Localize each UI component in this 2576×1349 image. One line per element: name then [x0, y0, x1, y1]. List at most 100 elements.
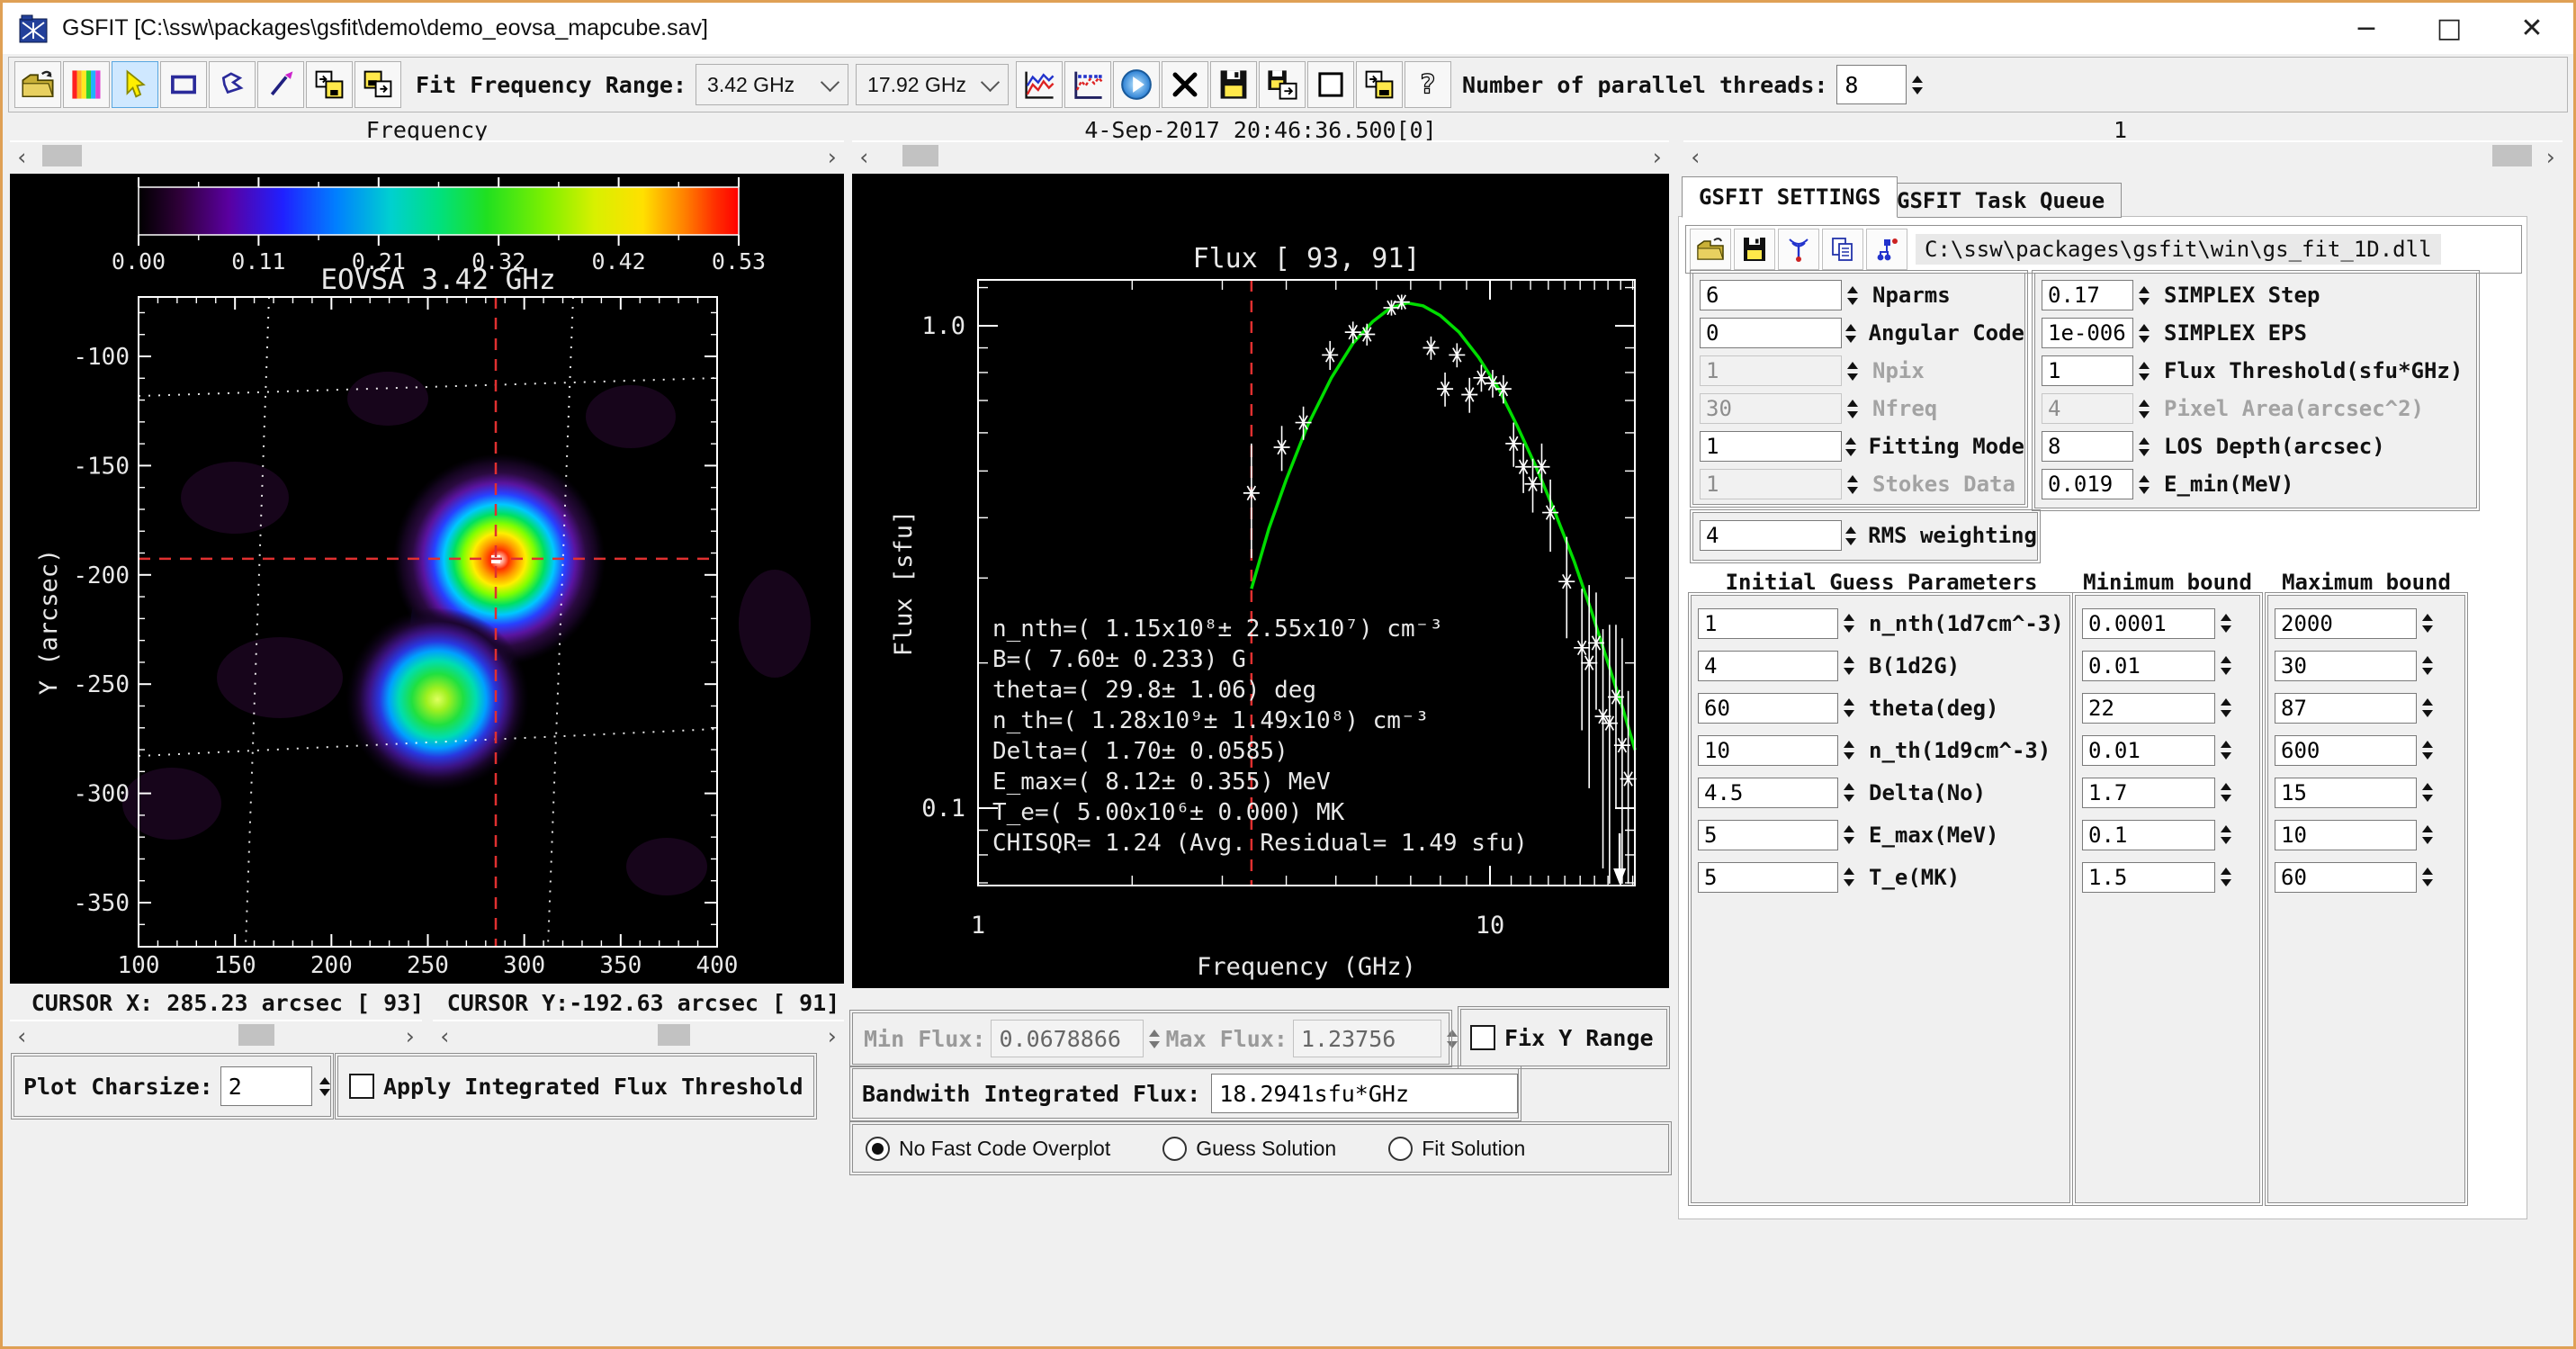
guess-input[interactable] [1698, 608, 1838, 639]
setting-input[interactable] [2042, 393, 2133, 424]
max-flux-spinner[interactable] [1447, 1030, 1458, 1048]
copy-all-maps-button[interactable] [355, 61, 401, 108]
min-bound-spinner[interactable] [2215, 825, 2237, 844]
scroll-right-icon[interactable]: › [825, 144, 839, 170]
run-fit-button[interactable] [1113, 61, 1160, 108]
setting-input[interactable] [2042, 355, 2133, 386]
guess-spinner[interactable] [1838, 783, 1860, 802]
setting-spinner[interactable] [2133, 324, 2155, 343]
setting-spinner[interactable] [1842, 324, 1860, 343]
charsize-input[interactable] [220, 1066, 312, 1106]
dll-path-field[interactable]: C:\ssw\packages\gsfit\win\gs_fit_1D.dll [1916, 234, 2441, 265]
guess-input[interactable] [1698, 778, 1838, 808]
guess-input[interactable] [1698, 693, 1838, 724]
maximize-button[interactable]: □ [2408, 3, 2491, 54]
max-bound-spinner[interactable] [2417, 698, 2438, 717]
scroll-thumb[interactable] [238, 1024, 274, 1046]
scroll-left-icon[interactable]: ‹ [1689, 144, 1702, 170]
blank-frame-button[interactable] [1307, 61, 1354, 108]
max-bound-spinner[interactable] [2417, 656, 2438, 675]
export-results-button[interactable] [1356, 61, 1403, 108]
setting-input[interactable] [1700, 318, 1842, 348]
plot-fit-button[interactable] [1064, 61, 1111, 108]
fix-y-range-checkbox[interactable] [1470, 1025, 1495, 1050]
time-scrollbar[interactable]: ‹ › [852, 140, 1669, 169]
scroll-right-icon[interactable]: › [1650, 144, 1664, 170]
save-settings-button[interactable] [1734, 229, 1775, 270]
scroll-right-icon[interactable]: › [2544, 144, 2557, 170]
setting-spinner[interactable] [1842, 400, 1863, 418]
scroll-left-icon[interactable]: ‹ [438, 1023, 452, 1049]
setting-spinner[interactable] [2133, 437, 2155, 456]
radio-no-fast-code[interactable]: No Fast Code Overplot [866, 1125, 1110, 1172]
max-bound-spinner[interactable] [2417, 783, 2438, 802]
scroll-thumb[interactable] [658, 1024, 690, 1046]
min-flux-input[interactable] [991, 1020, 1144, 1057]
load-settings-button[interactable] [1690, 229, 1731, 270]
setting-input[interactable] [1700, 355, 1842, 386]
copy-maps-button[interactable] [306, 61, 353, 108]
minimize-button[interactable]: − [2325, 3, 2408, 54]
min-bound-spinner[interactable] [2215, 656, 2237, 675]
scroll-thumb[interactable] [42, 145, 82, 166]
scroll-left-icon[interactable]: ‹ [15, 1023, 29, 1049]
radio-icon[interactable] [866, 1137, 890, 1161]
setting-input[interactable] [2042, 318, 2133, 348]
save-all-results-button[interactable] [1259, 61, 1306, 108]
min-bound-input[interactable] [2082, 651, 2215, 681]
setting-spinner[interactable] [2133, 286, 2155, 305]
setting-spinner[interactable] [1842, 526, 1859, 545]
setting-spinner[interactable] [1842, 475, 1863, 494]
max-bound-spinner[interactable] [2417, 614, 2438, 633]
tab-gsfit-settings[interactable]: GSFIT SETTINGS [1682, 176, 1898, 218]
setting-input[interactable] [1700, 393, 1842, 424]
min-bound-input[interactable] [2082, 820, 2215, 850]
apply-threshold-checkbox[interactable] [349, 1074, 374, 1099]
min-bound-input[interactable] [2082, 693, 2215, 724]
frequency-scrollbar[interactable]: ‹ › [10, 140, 844, 169]
freq-max-dropdown[interactable]: 17.92 GHz [856, 64, 1009, 105]
max-bound-input[interactable] [2275, 693, 2417, 724]
setting-spinner[interactable] [1842, 362, 1863, 381]
max-bound-input[interactable] [2275, 778, 2417, 808]
min-bound-spinner[interactable] [2215, 741, 2237, 760]
guess-input[interactable] [1698, 735, 1838, 766]
scroll-thumb[interactable] [2492, 145, 2532, 166]
box-select-tool-button[interactable] [160, 61, 207, 108]
eovsa-map-canvas[interactable]: 0.000.110.210.320.420.53EOVSA 3.42 GHz10… [10, 174, 844, 984]
radio-icon[interactable] [1162, 1137, 1187, 1161]
color-palette-button[interactable] [63, 61, 110, 108]
scroll-left-icon[interactable]: ‹ [857, 144, 871, 170]
guess-spinner[interactable] [1838, 656, 1860, 675]
max-bound-input[interactable] [2275, 820, 2417, 850]
max-bound-spinner[interactable] [2417, 825, 2438, 844]
scroll-thumb[interactable] [902, 145, 938, 166]
min-bound-spinner[interactable] [2215, 868, 2237, 886]
setting-input[interactable] [1700, 469, 1842, 499]
help-button[interactable]: ? [1405, 61, 1451, 108]
guess-spinner[interactable] [1838, 698, 1860, 717]
setting-input[interactable] [1700, 280, 1842, 310]
max-bound-input[interactable] [2275, 608, 2417, 639]
radio-icon[interactable] [1388, 1137, 1413, 1161]
setting-input[interactable] [2042, 469, 2133, 499]
setting-input[interactable] [2042, 280, 2133, 310]
scroll-left-icon[interactable]: ‹ [15, 144, 29, 170]
min-bound-spinner[interactable] [2215, 783, 2237, 802]
threads-input[interactable] [1836, 65, 1907, 104]
close-button[interactable]: ✕ [2491, 3, 2573, 54]
setting-spinner[interactable] [2133, 400, 2155, 418]
min-bound-input[interactable] [2082, 608, 2215, 639]
cursor-x-scrollbar[interactable]: ‹ › [10, 1020, 422, 1048]
max-bound-spinner[interactable] [2417, 741, 2438, 760]
polygon-select-tool-button[interactable] [209, 61, 256, 108]
tab-gsfit-task-queue[interactable]: GSFIT Task Queue [1880, 183, 2122, 218]
setting-input[interactable] [1700, 431, 1842, 462]
setting-spinner[interactable] [2133, 475, 2155, 494]
task-tree-button[interactable] [1866, 229, 1907, 270]
setting-input[interactable] [2042, 431, 2133, 462]
copy-settings-button[interactable] [1822, 229, 1863, 270]
scroll-right-icon[interactable]: › [825, 1023, 839, 1049]
guess-input[interactable] [1698, 651, 1838, 681]
select-dll-button[interactable] [1778, 229, 1819, 270]
